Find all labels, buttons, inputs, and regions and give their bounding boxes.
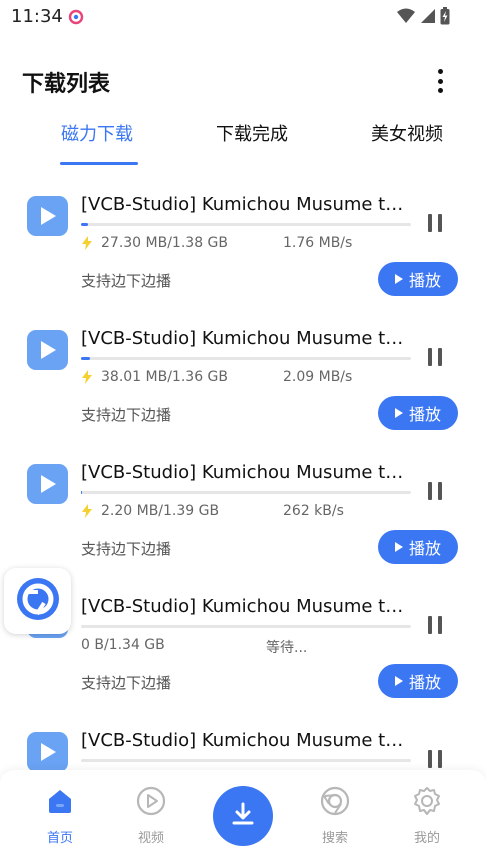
nav-label: 视频 [137, 831, 164, 846]
play-button[interactable]: 播放 [378, 262, 458, 296]
app-notification-icon [68, 9, 84, 25]
download-item[interactable]: [VCB-Studio] Kumichou Musume to S... 38.… [0, 314, 486, 448]
download-title: [VCB-Studio] Kumichou Musume to S... [81, 194, 411, 215]
download-progress-bar [81, 759, 411, 762]
stream-hint: 支持边下边播 [81, 272, 172, 290]
lightning-boost-icon [81, 235, 93, 250]
download-size: 2.20 MB/1.39 GB [101, 503, 220, 519]
play-label: 播放 [408, 271, 441, 290]
download-title: [VCB-Studio] Kumichou Musume to S... [81, 328, 411, 349]
play-label: 播放 [408, 673, 441, 692]
nav-download-button[interactable] [213, 786, 273, 846]
header: 下载列表 [0, 58, 486, 102]
pause-button[interactable] [424, 480, 446, 502]
pause-button[interactable] [424, 614, 446, 636]
browser-search-icon [320, 786, 350, 820]
tab-beauty-videos[interactable]: 美女视频 [371, 120, 443, 146]
download-title: [VCB-Studio] Kumichou Musume to S... [81, 462, 411, 483]
status-bar: 11:34 [0, 0, 486, 34]
video-thumbnail-icon[interactable] [27, 196, 68, 236]
status-icons [396, 7, 450, 29]
play-icon [394, 408, 403, 418]
video-thumbnail-icon[interactable] [27, 330, 68, 370]
video-thumbnail-icon[interactable] [27, 732, 68, 772]
settings-gear-icon [412, 786, 442, 820]
download-size: 0 B/1.34 GB [81, 637, 165, 653]
play-icon [394, 676, 403, 686]
nav-profile[interactable]: 我的 [397, 786, 457, 848]
nav-search[interactable]: 搜索 [305, 786, 365, 848]
download-speed: 262 kB/s [283, 503, 344, 519]
pause-button[interactable] [424, 748, 446, 770]
download-title: [VCB-Studio] Kumichou Musume to S... [81, 730, 411, 751]
download-icon [230, 801, 256, 831]
nav-label: 我的 [413, 831, 440, 846]
browser-icon [15, 576, 61, 626]
download-size: 38.01 MB/1.36 GB [101, 369, 229, 385]
download-item[interactable]: [VCB-Studio] Kumichou Musume to S... 2.2… [0, 448, 486, 582]
download-progress-bar [81, 223, 411, 226]
cellular-signal-icon [420, 8, 436, 28]
stream-hint: 支持边下边播 [81, 674, 172, 692]
nav-label: 首页 [46, 831, 73, 846]
play-button[interactable]: 播放 [378, 530, 458, 564]
download-progress-bar [81, 491, 411, 494]
stream-hint: 支持边下边播 [81, 406, 172, 424]
download-speed: 2.09 MB/s [283, 369, 353, 385]
download-size: 27.30 MB/1.38 GB [101, 235, 229, 251]
video-thumbnail-icon[interactable] [27, 464, 68, 504]
download-speed: 1.76 MB/s [283, 235, 353, 251]
video-play-icon [136, 786, 166, 820]
download-item[interactable]: [VCB-Studio] Kumichou Musume to S... 27.… [0, 180, 486, 314]
tab-download-complete[interactable]: 下载完成 [216, 120, 288, 146]
battery-charging-icon [440, 7, 450, 29]
wifi-icon [396, 8, 416, 28]
more-options-button[interactable] [430, 66, 450, 96]
lightning-boost-icon [81, 503, 93, 518]
download-progress-fill [81, 357, 90, 360]
play-button[interactable]: 播放 [378, 664, 458, 698]
status-time: 11:34 [11, 6, 63, 27]
play-icon [394, 274, 403, 284]
play-label: 播放 [408, 539, 441, 558]
download-item[interactable]: [VCB-Studio] Kumichou Musume to S... 0 B… [0, 582, 486, 716]
download-progress-fill [81, 223, 88, 226]
nav-home[interactable]: 首页 [30, 786, 90, 848]
download-progress-fill [81, 491, 82, 494]
stream-hint: 支持边下边播 [81, 540, 172, 558]
home-icon [45, 786, 75, 820]
bottom-nav: 首页 视频 搜索 我的 [0, 770, 486, 864]
download-progress-bar [81, 625, 411, 628]
download-progress-bar [81, 357, 411, 360]
download-title: [VCB-Studio] Kumichou Musume to S... [81, 596, 411, 617]
tab-bar: 磁力下载 下载完成 美女视频 [0, 114, 486, 166]
floating-browser-button[interactable] [4, 568, 71, 634]
play-icon [394, 542, 403, 552]
nav-video[interactable]: 视频 [121, 786, 181, 848]
pause-button[interactable] [424, 346, 446, 368]
lightning-boost-icon [81, 369, 93, 384]
tab-active-indicator [60, 162, 138, 165]
download-status: 等待... [266, 640, 308, 656]
play-button[interactable]: 播放 [378, 396, 458, 430]
tab-magnet-download[interactable]: 磁力下载 [61, 120, 133, 146]
play-label: 播放 [408, 405, 441, 424]
more-vertical-icon [437, 69, 443, 74]
nav-label: 搜索 [321, 831, 348, 846]
page-title: 下载列表 [22, 72, 111, 97]
pause-button[interactable] [424, 212, 446, 234]
